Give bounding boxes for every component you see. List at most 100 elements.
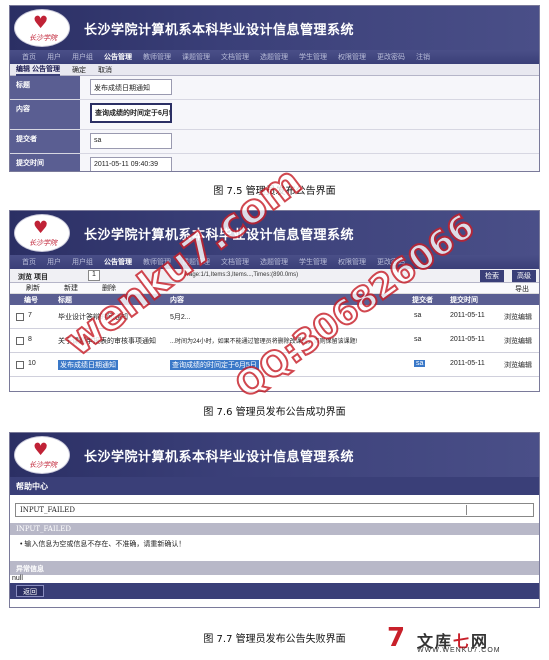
menu-item-users[interactable]: 用户 xyxy=(47,257,61,267)
table-row[interactable]: 8 关于课题申报表的审核事项通知 ...时间为24小时，如果不能通过管理员将删除… xyxy=(10,329,539,353)
school-logo: ♥ 长沙学院 xyxy=(14,9,70,47)
field-label: 内容 xyxy=(10,100,80,129)
list-toolbar: 浏览 项目 1 Page:1/1,Items:3,Items...,Times:… xyxy=(10,269,539,283)
menu-item-logout[interactable]: 注销 xyxy=(416,52,430,62)
cell-ops[interactable]: 浏览编辑 xyxy=(504,336,532,346)
screenshot-publish-form: ♥ 长沙学院 长沙学院计算机系本科毕业设计信息管理系统 首页 用户 用户组 公告管… xyxy=(9,5,540,172)
app-banner: ♥ 长沙学院 长沙学院计算机系本科毕业设计信息管理系统 xyxy=(10,211,539,255)
col-title[interactable]: 标题 xyxy=(58,295,72,305)
submitter-input[interactable]: sa xyxy=(90,133,172,149)
cell-time: 2011-05-11 xyxy=(450,336,485,343)
table-row[interactable]: 10 发布成绩日期通知 查询成绩的时间定于6月5日 sa 2011-05-11 … xyxy=(10,353,539,377)
advanced-button[interactable]: 高级 xyxy=(512,270,536,282)
menu-item-teachers[interactable]: 教师管理 xyxy=(143,52,171,62)
table-row[interactable]: 7 毕业设计答辩时间通知 5月2... sa 2011-05-11 浏览编辑 xyxy=(10,305,539,329)
error-heading: INPUT_FAILED xyxy=(10,523,539,535)
menu-item-notice[interactable]: 公告管理 xyxy=(104,257,132,267)
row-checkbox[interactable] xyxy=(16,337,24,345)
menu-item-groups[interactable]: 用户组 xyxy=(72,52,93,62)
school-logo: ♥ 长沙学院 xyxy=(14,214,70,252)
cell-no: 10 xyxy=(28,360,36,367)
cancel-button[interactable]: 取消 xyxy=(98,65,112,75)
cell-submitter: sa xyxy=(414,360,426,367)
menu-item-password[interactable]: 更改密码 xyxy=(377,52,405,62)
cell-ops[interactable]: 浏览编辑 xyxy=(504,360,532,370)
title-input[interactable]: 发布成绩日期通知 xyxy=(90,79,172,95)
menu-item-docs[interactable]: 文档管理 xyxy=(221,52,249,62)
cell-title: 发布成绩日期通知 xyxy=(58,360,118,370)
menu-item-permissions[interactable]: 权限管理 xyxy=(338,257,366,267)
menu-item-students[interactable]: 学生管理 xyxy=(299,257,327,267)
list-title: 浏览 项目 xyxy=(18,274,48,281)
cell-title: 关于课题申报表的审核事项通知 xyxy=(58,338,156,345)
cell-title: 毕业设计答辩时间通知 xyxy=(58,314,128,321)
row-checkbox[interactable] xyxy=(16,361,24,369)
col-content[interactable]: 内容 xyxy=(170,295,184,305)
app-banner: ♥ 长沙学院 长沙学院计算机系本科毕业设计信息管理系统 xyxy=(10,433,539,477)
app-title: 长沙学院计算机系本科毕业设计信息管理系统 xyxy=(84,228,355,243)
menu-item-docs[interactable]: 文档管理 xyxy=(221,257,249,267)
cell-time: 2011-05-11 xyxy=(450,312,485,319)
export-button[interactable]: 导出 xyxy=(515,284,529,294)
cell-time: 2011-05-11 xyxy=(450,360,485,367)
screenshot-publish-failed: ♥ 长沙学院 长沙学院计算机系本科毕业设计信息管理系统 帮助中心 INPUT_FA… xyxy=(9,432,540,608)
exception-value: null xyxy=(12,575,23,582)
confirm-button[interactable]: 确定 xyxy=(72,65,86,75)
col-no[interactable]: 编号 xyxy=(24,295,38,305)
content-input[interactable]: 查询成绩的时间定于6月5 xyxy=(90,103,172,123)
field-label: 标题 xyxy=(10,76,80,99)
cell-ops[interactable]: 浏览编辑 xyxy=(504,312,532,322)
cell-content: 查询成绩的时间定于6月5日 xyxy=(170,360,259,370)
field-label: 提交者 xyxy=(10,130,80,153)
back-button[interactable]: 返回 xyxy=(16,585,44,597)
cell-content: ...时间为24小时，如果不能通过管理员将删除改课题，否则保留该课题! xyxy=(170,339,358,345)
table-header: 编号 标题 内容 提交者 提交时间 xyxy=(10,294,539,305)
back-bar: 返回 xyxy=(10,583,539,599)
cell-submitter: sa xyxy=(414,312,422,319)
menu-item-notice[interactable]: 公告管理 xyxy=(104,52,132,62)
menu-item-users[interactable]: 用户 xyxy=(47,52,61,62)
col-submitter[interactable]: 提交者 xyxy=(412,295,433,305)
refresh-button[interactable]: 刷新 xyxy=(26,283,40,293)
edit-tab[interactable]: 编辑 公告管理 xyxy=(16,64,60,76)
seven-logo-icon: 7 xyxy=(387,623,406,653)
error-code-box: INPUT_FAILED xyxy=(15,503,534,517)
menu-item-password[interactable]: 更改密码 xyxy=(377,257,405,267)
page-number-input[interactable]: 1 xyxy=(88,270,100,281)
new-button[interactable]: 新建 xyxy=(64,283,78,293)
menu-item-selection[interactable]: 选题管理 xyxy=(260,52,288,62)
school-logo: ♥ 长沙学院 xyxy=(14,436,70,474)
field-row-time: 提交时间 2011-05-11 09:40:39 xyxy=(10,154,539,171)
field-label: 提交时间 xyxy=(10,154,80,171)
delete-button[interactable]: 删除 xyxy=(102,283,116,293)
col-time[interactable]: 提交时间 xyxy=(450,295,478,305)
menu-item-home[interactable]: 首页 xyxy=(22,52,36,62)
app-banner: ♥ 长沙学院 长沙学院计算机系本科毕业设计信息管理系统 xyxy=(10,6,539,50)
wenku7-logo: 7 文库七网 WWW.WENKU7.COM xyxy=(387,623,501,654)
action-bar: 刷新 新建 删除 导出 xyxy=(10,283,539,294)
row-checkbox[interactable] xyxy=(16,313,24,321)
time-input[interactable]: 2011-05-11 09:40:39 xyxy=(90,157,172,171)
cell-content: 5月2... xyxy=(170,314,191,321)
menu-item-selection[interactable]: 选题管理 xyxy=(260,257,288,267)
error-message: • 输入信息为空或信息不存在、不准确，请重新确认！ xyxy=(20,541,186,548)
caption-fig-7-5: 图 7.5 管理员发布公告界面 xyxy=(213,186,336,197)
cell-no: 8 xyxy=(28,336,32,343)
main-menu: 首页 用户 用户组 公告管理 教师管理 课题管理 文档管理 选题管理 学生管理 … xyxy=(10,50,539,64)
menu-item-groups[interactable]: 用户组 xyxy=(72,257,93,267)
search-button[interactable]: 检索 xyxy=(480,270,504,282)
menu-item-topics[interactable]: 课题管理 xyxy=(182,257,210,267)
heart-icon: ♥ xyxy=(33,440,49,460)
exception-heading: 异常信息 xyxy=(10,561,539,575)
menu-item-students[interactable]: 学生管理 xyxy=(299,52,327,62)
app-title: 长沙学院计算机系本科毕业设计信息管理系统 xyxy=(84,450,355,465)
form-toolbar: 编辑 公告管理 确定 取消 xyxy=(10,64,539,76)
menu-item-topics[interactable]: 课题管理 xyxy=(182,52,210,62)
menu-item-permissions[interactable]: 权限管理 xyxy=(338,52,366,62)
cell-no: 7 xyxy=(28,312,32,319)
help-center-bar: 帮助中心 xyxy=(10,477,539,495)
menu-item-teachers[interactable]: 教师管理 xyxy=(143,257,171,267)
page-info: Page:1/1,Items:3,Items...,Times:(890.0ms… xyxy=(185,272,299,278)
heart-icon: ♥ xyxy=(33,218,49,238)
menu-item-home[interactable]: 首页 xyxy=(22,257,36,267)
